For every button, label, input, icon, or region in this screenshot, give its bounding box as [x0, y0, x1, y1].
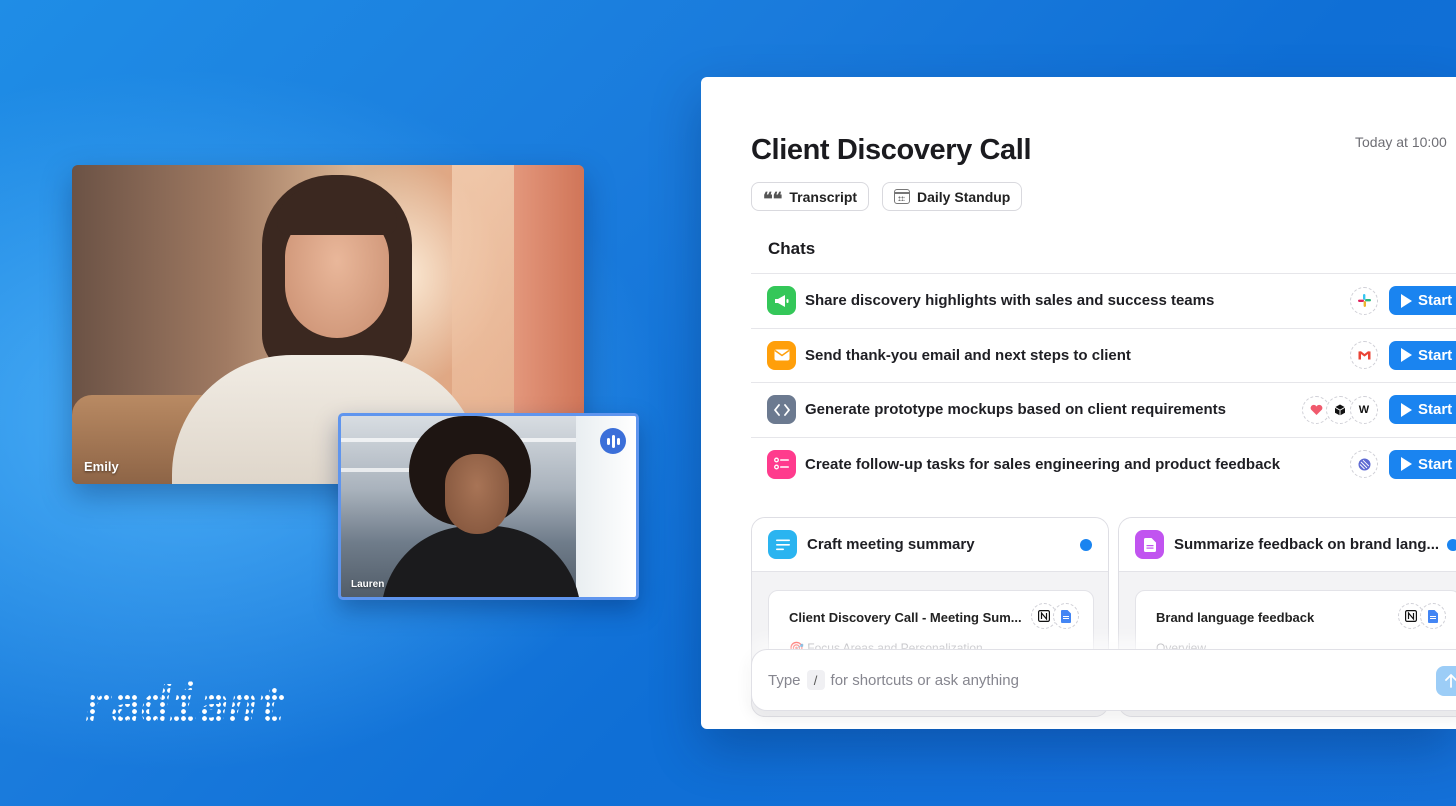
- video-tile-secondary[interactable]: Lauren: [338, 413, 639, 600]
- document-apps: [1398, 603, 1446, 629]
- megaphone-icon: [767, 286, 796, 316]
- chat-list: Share discovery highlights with sales an…: [751, 273, 1456, 491]
- participant-body: [381, 526, 581, 597]
- status-dot: [1447, 539, 1456, 551]
- start-button[interactable]: Start: [1389, 340, 1456, 370]
- chat-row-text: Send thank-you email and next steps to c…: [805, 346, 1131, 364]
- windsurf-icon: W: [1350, 395, 1378, 424]
- meeting-panel: Client Discovery Call Today at 10:00 ❝❝ …: [701, 77, 1456, 729]
- send-button[interactable]: [1436, 666, 1456, 696]
- envelope-icon: [767, 340, 796, 370]
- document-apps: [1031, 603, 1079, 629]
- start-button[interactable]: Start: [1389, 395, 1456, 425]
- participant-bangs: [277, 189, 397, 235]
- daily-standup-chip[interactable]: Daily Standup: [882, 182, 1023, 211]
- task-card-header: Summarize feedback on brand lang...: [1119, 518, 1456, 572]
- slack-icon: [1350, 286, 1378, 315]
- document-title: Client Discovery Call - Meeting Sum...: [789, 610, 1022, 625]
- chat-input[interactable]: Type / for shortcuts or ask anything: [751, 649, 1456, 711]
- meeting-title: Client Discovery Call: [751, 134, 1032, 166]
- list-icon: [768, 530, 797, 559]
- input-placeholder-suffix: for shortcuts or ask anything: [830, 671, 1019, 689]
- status-dot: [1080, 539, 1092, 551]
- document-title: Brand language feedback: [1156, 610, 1315, 625]
- meeting-time: Today at 10:00: [1355, 134, 1447, 150]
- chats-heading: Chats: [768, 239, 816, 258]
- google-docs-icon: [1053, 603, 1079, 629]
- chip-label: Transcript: [789, 188, 858, 205]
- chat-row-apps: W: [1302, 395, 1378, 424]
- task-card-title: Summarize feedback on brand lang...: [1174, 536, 1440, 553]
- gmail-icon: [1350, 341, 1378, 370]
- start-button[interactable]: Start: [1389, 449, 1456, 479]
- task-card-header: Craft meeting summary: [752, 518, 1108, 572]
- chip-label: Daily Standup: [917, 188, 1011, 205]
- calendar-icon: [894, 189, 910, 204]
- chat-row-text: Share discovery highlights with sales an…: [805, 292, 1215, 310]
- play-icon: [1401, 293, 1412, 308]
- chat-row[interactable]: Share discovery highlights with sales an…: [751, 273, 1456, 328]
- chat-row[interactable]: Generate prototype mockups based on clie…: [751, 382, 1456, 437]
- chat-row[interactable]: Create follow-up tasks for sales enginee…: [751, 436, 1456, 492]
- google-docs-icon: [1420, 603, 1446, 629]
- code-icon: [767, 395, 796, 425]
- linear-icon: [1350, 450, 1378, 479]
- document-icon: [1135, 530, 1164, 559]
- chat-row-text: Generate prototype mockups based on clie…: [805, 401, 1226, 419]
- play-icon: [1401, 457, 1412, 472]
- participant-name-label: Emily: [84, 459, 119, 474]
- chat-row-apps: [1350, 286, 1378, 315]
- transcript-chip[interactable]: ❝❝ Transcript: [751, 182, 870, 211]
- chat-row-apps: [1350, 450, 1378, 479]
- chat-row-text: Create follow-up tasks for sales enginee…: [805, 455, 1281, 473]
- participant-name-label: Lauren: [351, 579, 385, 590]
- shortcut-key: /: [806, 670, 825, 690]
- radiant-logo: radiant: [82, 676, 287, 734]
- arrow-up-icon: [1445, 674, 1456, 688]
- quote-icon: ❝❝: [763, 188, 783, 210]
- chat-row[interactable]: Send thank-you email and next steps to c…: [751, 327, 1456, 383]
- start-button[interactable]: Start: [1389, 286, 1456, 316]
- speaking-indicator-icon: [600, 428, 626, 454]
- input-placeholder-prefix: Type: [768, 671, 801, 689]
- play-icon: [1401, 348, 1412, 363]
- chat-row-apps: [1350, 341, 1378, 370]
- participant-face: [445, 454, 509, 534]
- checklist-icon: [767, 449, 796, 479]
- play-icon: [1401, 402, 1412, 417]
- task-card-title: Craft meeting summary: [807, 536, 975, 553]
